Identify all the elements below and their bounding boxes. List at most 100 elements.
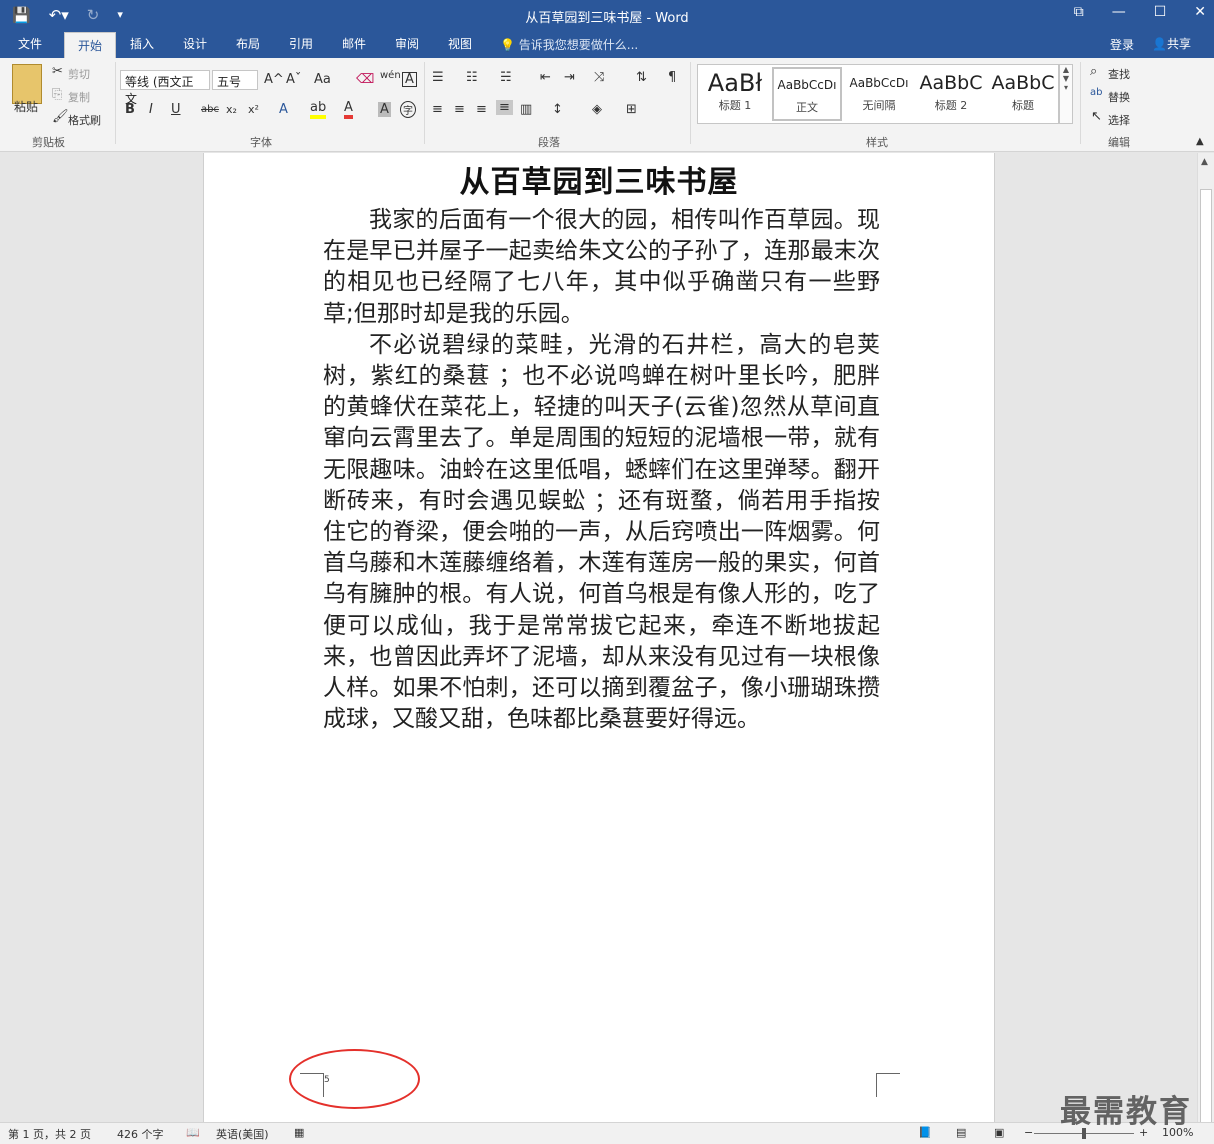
style-normal[interactable]: AaBbCcDı 正文: [772, 67, 842, 121]
vertical-scrollbar[interactable]: ▲: [1197, 153, 1214, 1124]
copy-icon: ⎘: [52, 87, 63, 102]
character-border-icon[interactable]: A: [402, 72, 417, 87]
minimize-icon[interactable]: —: [1112, 4, 1126, 20]
align-center-icon[interactable]: ≡: [454, 102, 465, 117]
web-layout-icon[interactable]: ▣: [994, 1126, 1004, 1139]
read-mode-icon[interactable]: 📘: [918, 1126, 932, 1139]
italic-icon[interactable]: I: [149, 102, 153, 117]
style-name: 标题 2: [934, 99, 968, 112]
paste-button[interactable]: 粘贴: [14, 98, 38, 115]
paragraph[interactable]: 不必说碧绿的菜畦，光滑的石井栏，高大的皂荚树，紫红的桑葚 ；也不必说鸣蝉在树叶里…: [323, 330, 880, 736]
shrink-font-icon[interactable]: Aˇ: [286, 72, 301, 87]
font-size-dropdown[interactable]: 五号: [212, 70, 258, 90]
clear-format-icon[interactable]: ⌫: [356, 72, 374, 87]
tab-mailings[interactable]: 邮件: [342, 35, 366, 52]
format-painter-button[interactable]: 格式刷: [68, 112, 101, 128]
tab-layout[interactable]: 布局: [236, 35, 260, 52]
share-label: 共享: [1166, 37, 1191, 51]
proofing-icon[interactable]: 📖: [186, 1126, 200, 1139]
watermark-logo: 最需教育: [1060, 1094, 1192, 1130]
character-shading-icon[interactable]: A: [378, 102, 391, 117]
paragraph-borders-icon[interactable]: ⊞: [626, 102, 637, 117]
find-button[interactable]: 查找: [1108, 66, 1130, 82]
paragraph[interactable]: 我家的后面有一个很大的园，相传叫作百草园。现在是早已并屋子一起卖给朱文公的子孙了…: [323, 205, 880, 330]
tab-home[interactable]: 开始: [64, 32, 117, 58]
person-icon: 👤: [1152, 37, 1167, 51]
multilevel-list-icon[interactable]: ☵: [500, 70, 512, 85]
crop-mark: [876, 1073, 900, 1097]
word-count[interactable]: 426 个字: [117, 1126, 164, 1142]
numbering-icon[interactable]: ☷: [466, 70, 478, 85]
distributed-icon[interactable]: ▥: [520, 102, 532, 117]
tab-file[interactable]: 文件: [18, 35, 42, 52]
strikethrough-icon[interactable]: abc: [201, 104, 219, 115]
enclose-characters-icon[interactable]: 字: [400, 101, 416, 118]
login-link[interactable]: 登录: [1110, 36, 1134, 53]
bullets-icon[interactable]: ☰: [432, 70, 444, 85]
language[interactable]: 英语(美国): [216, 1126, 269, 1142]
tab-design[interactable]: 设计: [183, 35, 207, 52]
text-effects-icon[interactable]: A: [279, 102, 288, 117]
document-area: 从百草园到三味书屋 我家的后面有一个很大的园，相传叫作百草园。现在是早已并屋子一…: [0, 153, 1197, 1122]
group-separator: [424, 62, 425, 144]
close-icon[interactable]: ✕: [1194, 4, 1206, 20]
document-body[interactable]: 我家的后面有一个很大的园，相传叫作百草园。现在是早已并屋子一起卖给朱文公的子孙了…: [323, 205, 880, 735]
justify-icon[interactable]: ≡: [496, 100, 513, 115]
ribbon-display-options-icon[interactable]: ⧉: [1074, 4, 1084, 20]
line-spacing-icon[interactable]: ↕: [552, 102, 563, 117]
collapse-ribbon-icon[interactable]: ▲: [1196, 136, 1204, 147]
styles-gallery-scroll[interactable]: ▲ ▼ ▾: [1059, 64, 1073, 124]
align-left-icon[interactable]: ≡: [432, 102, 443, 117]
sort-icon[interactable]: ⇅: [636, 70, 647, 85]
grow-font-icon[interactable]: A^: [264, 72, 284, 87]
title-bar: 💾 ↶▾ ↻ ▾ 从百草园到三味书屋 - Word ⧉ — ☐ ✕: [0, 0, 1214, 30]
align-right-icon[interactable]: ≡: [476, 102, 487, 117]
macro-icon[interactable]: ▦: [294, 1126, 304, 1139]
print-layout-icon[interactable]: ▤: [956, 1126, 966, 1139]
show-marks-icon[interactable]: ¶: [668, 70, 676, 85]
style-title[interactable]: AaBbC 标题: [988, 67, 1058, 121]
font-name-dropdown[interactable]: 等线 (西文正文: [120, 70, 210, 106]
bold-icon[interactable]: B: [125, 102, 135, 117]
style-preview: AaBbC: [991, 72, 1055, 94]
style-heading1[interactable]: AaBł 标题 1: [700, 67, 770, 121]
style-no-spacing[interactable]: AaBbCcDı 无间隔: [844, 67, 914, 121]
style-name: 正文: [796, 101, 818, 114]
document-title[interactable]: 从百草园到三味书屋: [204, 157, 994, 201]
cut-button[interactable]: 剪切: [68, 66, 90, 82]
paragraph-shading-icon[interactable]: ◈: [592, 102, 602, 117]
copy-button[interactable]: 复制: [68, 89, 90, 105]
tab-view[interactable]: 视图: [448, 35, 472, 52]
select-button[interactable]: 选择: [1108, 112, 1130, 128]
zoom-out-icon[interactable]: −: [1024, 1126, 1033, 1139]
decrease-indent-icon[interactable]: ⇤: [540, 70, 551, 85]
style-heading2[interactable]: AaBbC 标题 2: [916, 67, 986, 121]
page-count[interactable]: 第 1 页，共 2 页: [8, 1126, 91, 1142]
share-button[interactable]: 👤共享: [1152, 35, 1191, 52]
style-name: 无间隔: [862, 99, 896, 112]
editing-group-label: 编辑: [1108, 136, 1130, 149]
subscript-icon[interactable]: x₂: [226, 103, 237, 116]
style-preview: AaBbCcDı: [777, 78, 837, 92]
scroll-up-icon[interactable]: ▲: [1201, 157, 1208, 167]
highlight-color-icon[interactable]: ab: [310, 100, 327, 119]
tell-me-box[interactable]: 💡 告诉我您想要做什么...: [500, 36, 638, 53]
tab-review[interactable]: 审阅: [395, 35, 419, 52]
phonetic-guide-icon[interactable]: wén: [380, 70, 401, 81]
underline-icon[interactable]: U: [171, 102, 181, 117]
increase-indent-icon[interactable]: ⇥: [564, 70, 575, 85]
window-title: 从百草园到三味书屋 - Word: [525, 11, 689, 26]
superscript-icon[interactable]: x²: [248, 103, 259, 116]
replace-button[interactable]: 替换: [1108, 89, 1130, 105]
asian-layout-icon[interactable]: ⤨: [594, 70, 604, 85]
font-color-icon[interactable]: A: [344, 100, 353, 119]
change-case-icon[interactable]: Aa: [314, 72, 331, 87]
tab-references[interactable]: 引用: [289, 35, 313, 52]
scroll-thumb[interactable]: [1200, 189, 1212, 1124]
group-separator: [690, 62, 691, 144]
group-separator: [115, 62, 116, 144]
font-group-label: 字体: [250, 136, 272, 149]
select-cursor-icon: ↖: [1091, 109, 1102, 124]
maximize-icon[interactable]: ☐: [1154, 4, 1167, 20]
tab-insert[interactable]: 插入: [130, 35, 154, 52]
